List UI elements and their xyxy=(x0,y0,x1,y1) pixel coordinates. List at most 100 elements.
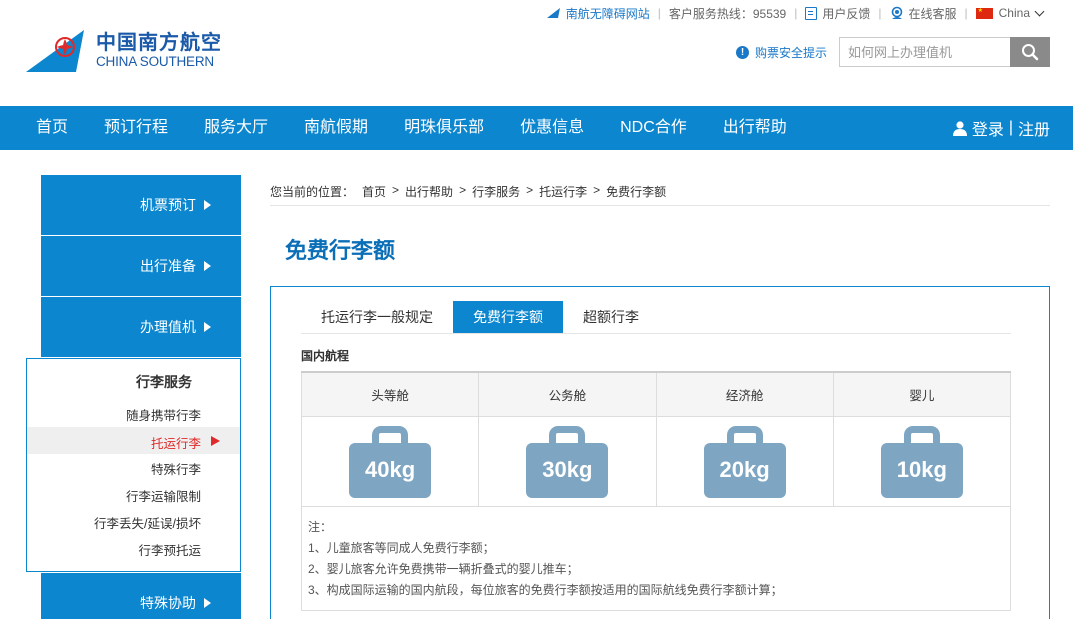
nav-item-service-hall[interactable]: 服务大厅 xyxy=(186,106,286,150)
breadcrumb-separator: > xyxy=(459,183,467,197)
accessible-site-link[interactable]: 南航无障碍网站 xyxy=(546,5,650,22)
column-header-economy-class: 经济舱 xyxy=(655,371,834,417)
triangle-right-icon xyxy=(204,261,211,271)
breadcrumb-baggage-service[interactable]: 行李服务 xyxy=(472,183,520,200)
tab-general-rules[interactable]: 托运行李一般规定 xyxy=(301,301,453,333)
sidebar-item-label: 出行准备 xyxy=(140,258,196,274)
table-cell: 10kg xyxy=(832,415,1012,507)
sidebar-baggage-submenu: 行李服务 随身携带行李 托运行李 特殊行李 行李运输限制 行李丢失/延误/损坏 … xyxy=(26,358,241,572)
submenu-item-checked-baggage[interactable]: 托运行李 xyxy=(27,427,240,454)
sidebar-item-special-assistance[interactable]: 特殊协助 xyxy=(41,573,241,619)
breadcrumb: 您当前的位置： 首页 > 出行帮助 > 行李服务 > 托运行李 > 免费行李额 xyxy=(270,183,666,200)
breadcrumb-divider xyxy=(270,205,1050,206)
nav-item-travel-help[interactable]: 出行帮助 xyxy=(705,106,805,150)
accessible-site-label: 南航无障碍网站 xyxy=(565,6,650,21)
tab-excess-baggage[interactable]: 超额行李 xyxy=(563,301,659,333)
hotline-text: 客户服务热线：95539 xyxy=(668,6,787,21)
luggage-icon: 40kg xyxy=(349,425,432,498)
china-southern-logo[interactable]: 中国南方航空 CHINA SOUTHERN xyxy=(26,30,222,72)
search-icon xyxy=(1022,44,1039,61)
online-service-label: 在线客服 xyxy=(908,6,957,21)
divider: | xyxy=(657,6,661,20)
triangle-right-icon xyxy=(204,598,211,608)
column-header-infant: 婴儿 xyxy=(832,371,1012,417)
sidebar-item-check-in[interactable]: 办理值机 xyxy=(41,297,241,357)
page-title: 免费行李额 xyxy=(285,238,396,263)
feedback-icon xyxy=(805,6,818,20)
table-cell: 30kg xyxy=(478,415,657,507)
china-flag-icon xyxy=(975,7,993,19)
content-panel: 托运行李一般规定 免费行李额 超额行李 国内航程 头等舱 公务舱 经济舱 婴儿 … xyxy=(270,286,1050,619)
search-input[interactable] xyxy=(839,37,1010,67)
online-service-link[interactable]: 在线客服 xyxy=(890,5,957,22)
chevron-down-icon xyxy=(1034,6,1045,16)
divider: | xyxy=(878,6,882,20)
notes-title: 注： xyxy=(308,520,333,534)
search-button[interactable] xyxy=(1010,37,1050,67)
site-search xyxy=(839,37,1050,67)
user-icon xyxy=(952,121,967,136)
breadcrumb-home[interactable]: 首页 xyxy=(362,183,386,200)
allowance-value: 30kg xyxy=(526,442,609,498)
submenu-item-special-baggage[interactable]: 特殊行李 xyxy=(151,459,201,478)
breadcrumb-travel-help[interactable]: 出行帮助 xyxy=(405,183,453,200)
sidebar-item-label: 机票预订 xyxy=(140,197,196,213)
purchase-safety-tip-link[interactable]: ! 购票安全提示 xyxy=(736,44,827,61)
nav-item-booking[interactable]: 预订行程 xyxy=(86,106,186,150)
luggage-icon: 20kg xyxy=(703,425,786,498)
allowance-table: 头等舱 公务舱 经济舱 婴儿 40kg 30kg 20kg 10kg xyxy=(300,371,1012,507)
breadcrumb-current: 免费行李额 xyxy=(606,185,667,199)
nav-item-promotions[interactable]: 优惠信息 xyxy=(502,106,602,150)
triangle-right-icon xyxy=(204,200,211,210)
divider: | xyxy=(964,6,968,20)
breadcrumb-separator: > xyxy=(392,183,400,197)
logo-english-name: CHINA SOUTHERN xyxy=(96,54,214,69)
tab-free-allowance[interactable]: 免费行李额 xyxy=(453,301,563,333)
nav-item-pearl-club[interactable]: 明珠俱乐部 xyxy=(386,106,502,150)
submenu-item-restrictions[interactable]: 行李运输限制 xyxy=(126,486,201,505)
breadcrumb-separator: > xyxy=(593,183,601,197)
note-item: 2、婴儿旅客允许免费携带一辆折叠式的婴儿推车； xyxy=(308,562,579,576)
sidebar-item-ticket-booking[interactable]: 机票预订 xyxy=(41,175,241,235)
logo-chinese-name: 中国南方航空 xyxy=(96,32,222,54)
breadcrumb-checked-baggage[interactable]: 托运行李 xyxy=(539,183,587,200)
feedback-link[interactable]: 用户反馈 xyxy=(805,5,870,22)
main-navigation: 首页 预订行程 服务大厅 南航假期 明珠俱乐部 优惠信息 NDC合作 出行帮助 … xyxy=(0,106,1073,150)
sidebar-item-travel-prep[interactable]: 出行准备 xyxy=(41,236,241,296)
table-header-row: 头等舱 公务舱 经济舱 婴儿 xyxy=(300,371,1012,417)
divider: | xyxy=(794,6,798,20)
tab-bar: 托运行李一般规定 免费行李额 超额行李 xyxy=(301,301,1011,334)
breadcrumb-separator: > xyxy=(526,183,534,197)
notes-box: 注： 1、儿童旅客等同成人免费行李额； 2、婴儿旅客允许免费携带一辆折叠式的婴儿… xyxy=(301,505,1011,611)
allowance-value: 40kg xyxy=(349,442,432,498)
submenu-title: 行李服务 xyxy=(136,374,192,390)
region-selector[interactable]: China xyxy=(975,6,1045,20)
breadcrumb-prefix: 您当前的位置： xyxy=(270,185,355,199)
allowance-value: 10kg xyxy=(880,442,963,498)
login-link[interactable]: 登录 xyxy=(972,116,1004,140)
submenu-item-lost-delayed[interactable]: 行李丢失/延误/损坏 xyxy=(94,513,201,532)
account-links: 登录 | 注册 xyxy=(952,106,1050,150)
sidebar-item-label: 办理值机 xyxy=(140,319,196,335)
info-icon: ! xyxy=(736,46,749,59)
section-label-domestic: 国内航程 xyxy=(301,349,350,363)
nav-item-holidays[interactable]: 南航假期 xyxy=(286,106,386,150)
luggage-icon: 10kg xyxy=(880,425,963,498)
sidebar-item-label: 特殊协助 xyxy=(140,595,196,611)
table-cell: 20kg xyxy=(655,415,834,507)
submenu-item-label: 托运行李 xyxy=(150,437,201,451)
luggage-icon: 30kg xyxy=(526,425,609,498)
plane-logo-icon xyxy=(546,8,560,18)
table-row: 40kg 30kg 20kg 10kg xyxy=(300,415,1012,507)
kapok-flower-logo-icon xyxy=(26,30,84,72)
submenu-item-carry-on[interactable]: 随身携带行李 xyxy=(126,405,201,424)
active-triangle-icon xyxy=(211,436,220,446)
triangle-right-icon xyxy=(204,322,211,332)
column-header-first-class: 头等舱 xyxy=(300,371,480,417)
nav-item-home[interactable]: 首页 xyxy=(0,106,86,150)
nav-item-ndc[interactable]: NDC合作 xyxy=(602,106,705,150)
note-item: 1、儿童旅客等同成人免费行李额； xyxy=(308,541,495,555)
register-link[interactable]: 注册 xyxy=(1018,116,1050,140)
submenu-item-pre-check[interactable]: 行李预托运 xyxy=(138,540,201,559)
note-item: 3、构成国际运输的国内航段，每位旅客的免费行李额按适用的国际航线免费行李额计算； xyxy=(308,583,783,597)
